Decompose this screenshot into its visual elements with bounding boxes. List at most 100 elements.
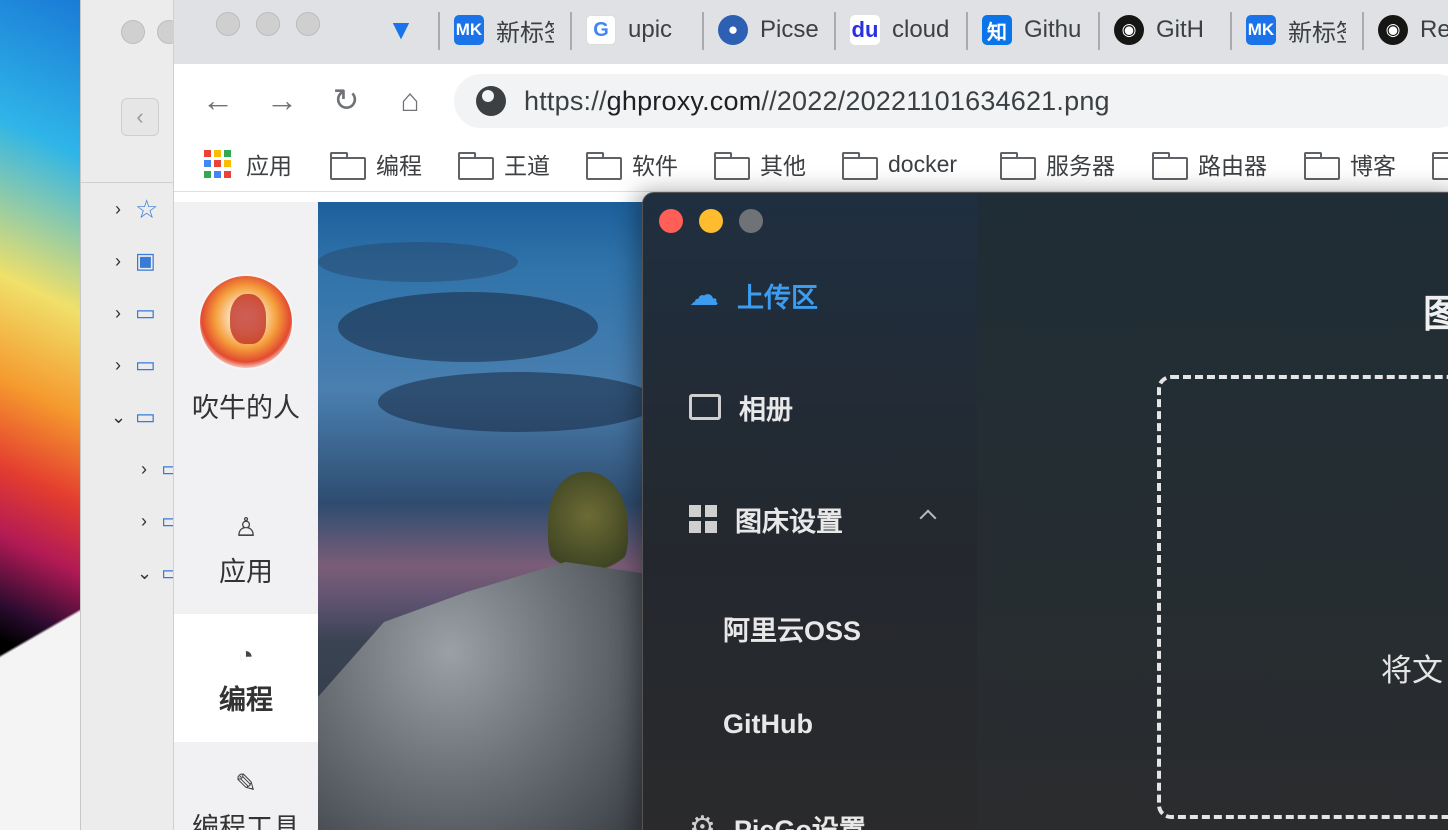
tab-upic[interactable]: G upic	[586, 8, 696, 52]
menu-album[interactable]: 相册	[689, 385, 793, 429]
bookmark-label: docker	[888, 150, 958, 177]
tab-separator	[702, 12, 704, 50]
gear-icon: ⚙	[689, 810, 716, 830]
tab-bar: ▼ MK 新标签 G upic ● Picse du cloud 知 Githu…	[174, 0, 1448, 64]
menu-picgo-settings[interactable]: ⚙ PicGo设置	[689, 805, 866, 830]
tab-filter[interactable]: ▼	[386, 8, 426, 52]
user-icon: ♙	[234, 512, 258, 542]
menu-label: 图床设置	[735, 506, 843, 537]
nav-item-programming[interactable]: ◔ 编程	[174, 614, 318, 742]
tree-row-folder[interactable]: › ▭	[111, 350, 156, 380]
bookmark-label: 王道	[504, 153, 550, 179]
tab-cloud[interactable]: du cloud	[850, 8, 954, 52]
tab-separator	[438, 12, 440, 50]
avatar[interactable]	[198, 274, 294, 370]
folder-icon: ▭	[135, 352, 156, 377]
tab-repo[interactable]: ◉ Re	[1378, 8, 1448, 52]
bookmarks-bar: 应用 编程 王道 软件 其他 docker 服务器 路由器 博客	[174, 136, 1448, 192]
dropzone-hint: 将文	[1381, 653, 1443, 688]
zhihu-icon: 知	[982, 15, 1012, 45]
bookmark-label: 编程	[376, 153, 422, 179]
address-bar[interactable]: https://ghproxy.com//2022/20221101634621…	[454, 74, 1448, 128]
tab-separator	[1230, 12, 1232, 50]
tree-row-shared[interactable]: › ▣	[111, 246, 156, 276]
wrench-icon: ✎	[235, 768, 257, 798]
image-icon	[689, 394, 721, 420]
menu-label: 上传区	[737, 282, 818, 313]
chevron-right-icon: ›	[141, 510, 147, 531]
tree-row-folder-expanded[interactable]: ⌄ ▭	[111, 402, 156, 432]
user-name: 吹牛的人	[192, 393, 300, 423]
url-host: ghproxy.com	[606, 85, 762, 116]
tab-new-tab[interactable]: MK 新标签	[454, 8, 554, 52]
webpage-sidebar: 吹牛的人 ♙ 应用 ◔ 编程 ✎ 编程工具	[174, 202, 318, 830]
cloud-upload-icon: ☁	[689, 278, 719, 312]
nav-item-apps[interactable]: ♙ 应用	[174, 512, 318, 622]
tab-github-zhihu[interactable]: 知 Githu	[982, 8, 1086, 52]
bookmark-folder-wangdao[interactable]: 王道	[458, 148, 550, 180]
window-minimize-button[interactable]	[699, 209, 723, 233]
menu-bed-settings[interactable]: 图床设置	[689, 497, 843, 541]
grid-icon	[689, 505, 717, 533]
window-zoom-button[interactable]	[296, 12, 320, 36]
menu-label: 相册	[739, 394, 793, 425]
tab-picsee[interactable]: ● Picse	[718, 8, 822, 52]
bookmark-folder-programming[interactable]: 编程	[330, 148, 422, 180]
url-scheme: https://	[524, 85, 607, 116]
bookmark-folder-router[interactable]: 路由器	[1152, 148, 1267, 180]
picgo-window: ☁ 上传区 相册 图床设置 阿里云OSS GitHub ⚙ PicGo设置 图 …	[642, 192, 1448, 830]
tree-row-folder[interactable]: › ▭	[111, 298, 156, 328]
globe-icon	[476, 86, 506, 116]
bookmark-label: 博客	[1350, 153, 1396, 179]
nav-label: 编程工具	[192, 813, 300, 830]
github-icon: ◉	[1114, 15, 1144, 45]
bookmark-folder-other[interactable]: 其他	[714, 148, 806, 180]
forward-arrow-icon[interactable]: →	[260, 78, 304, 122]
folder-icon	[586, 152, 622, 180]
chevron-down-icon: ⌄	[111, 406, 127, 427]
tab-github[interactable]: ◉ GitH	[1114, 8, 1214, 52]
menu-upload[interactable]: ☁ 上传区	[689, 273, 818, 317]
submenu-github[interactable]: GitHub	[723, 709, 813, 740]
nav-label: 应用	[219, 557, 273, 587]
bookmark-apps[interactable]: 应用	[204, 148, 292, 180]
tab-new-tab-2[interactable]: MK 新标签	[1246, 8, 1346, 52]
window-zoom-button[interactable]	[739, 209, 763, 233]
reload-icon[interactable]: ↻	[324, 78, 368, 122]
pie-chart-icon: ◔	[238, 640, 254, 670]
folder-icon	[1304, 152, 1340, 180]
bookmark-folder-software[interactable]: 软件	[586, 148, 678, 180]
window-close-button[interactable]	[659, 209, 683, 233]
folder-icon	[842, 152, 878, 180]
window-close-button[interactable]	[216, 12, 240, 36]
back-arrow-icon[interactable]: ←	[196, 78, 240, 122]
desktop-wallpaper	[0, 0, 80, 830]
upload-dropzone[interactable]	[1157, 375, 1448, 819]
folder-icon	[458, 152, 494, 180]
chevron-up-icon[interactable]	[919, 507, 939, 521]
submenu-aliyun-oss[interactable]: 阿里云OSS	[723, 609, 861, 648]
tab-separator	[570, 12, 572, 50]
google-icon: G	[586, 15, 616, 45]
tree-row-favorites[interactable]: › ☆	[111, 194, 158, 224]
bookmark-folder-more[interactable]	[1432, 148, 1448, 180]
chevron-right-icon: ›	[115, 354, 121, 375]
window-close-button[interactable]	[121, 20, 145, 44]
starred-folder-icon: ▣	[135, 248, 156, 273]
filter-icon: ▼	[387, 14, 415, 45]
tab-label: Githu	[1024, 16, 1082, 43]
home-icon[interactable]: ⌂	[388, 78, 432, 122]
mk-icon: MK	[1246, 15, 1276, 45]
github-icon: ◉	[1378, 15, 1408, 45]
bookmark-folder-docker[interactable]: docker	[842, 148, 957, 180]
back-nav-button[interactable]: ‹	[121, 98, 159, 136]
window-minimize-button[interactable]	[256, 12, 280, 36]
bookmark-label: 软件	[632, 153, 678, 179]
nav-item-dev-tools[interactable]: ✎ 编程工具	[174, 768, 318, 830]
tab-label: 新标签	[496, 19, 554, 47]
bookmark-folder-blog[interactable]: 博客	[1304, 148, 1396, 180]
page-title: 图	[1423, 283, 1448, 338]
bookmark-folder-server[interactable]: 服务器	[1000, 148, 1115, 180]
tab-separator	[966, 12, 968, 50]
folder-icon: ▭	[135, 300, 156, 325]
